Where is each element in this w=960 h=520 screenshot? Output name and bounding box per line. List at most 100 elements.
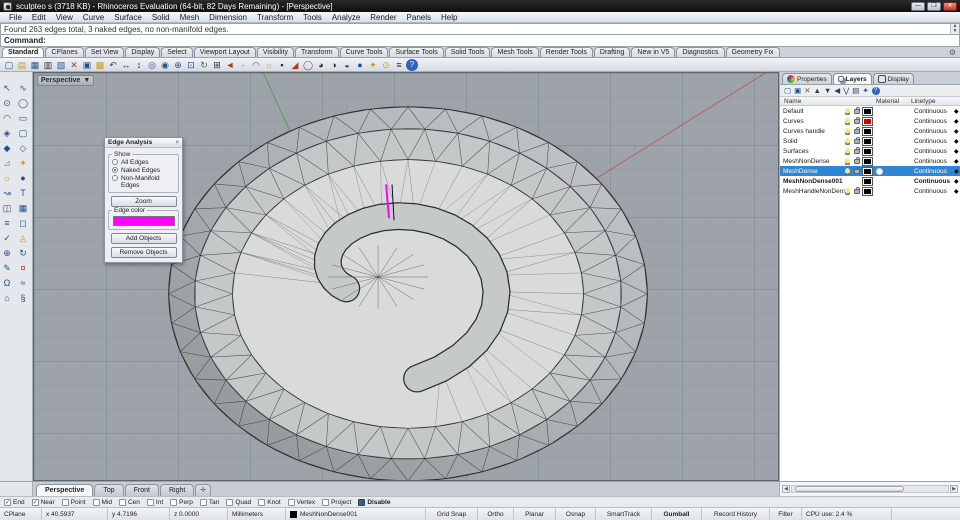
layer-row-meshnondense[interactable]: MeshNonDense Continuous ◆ [780, 156, 960, 166]
zoom-button[interactable]: Zoom [110, 196, 177, 207]
viewport-layout-icon[interactable] [211, 59, 223, 71]
menu-mesh[interactable]: Mesh [175, 13, 205, 22]
mesh-canvas[interactable] [34, 73, 778, 480]
circle-tool-icon[interactable] [16, 97, 30, 109]
non-manifold-radio-icon[interactable] [112, 175, 118, 181]
tab-curve-tools[interactable]: Curve Tools [339, 47, 389, 57]
layer-visible-icon[interactable] [845, 147, 850, 155]
layer-help-icon[interactable] [871, 86, 880, 95]
group-tool-icon[interactable] [0, 202, 14, 214]
layer-color-swatch[interactable] [862, 116, 873, 126]
scroll-right-icon[interactable]: ▶ [950, 485, 958, 493]
layer-row-surfaces[interactable]: Surfaces Continuous ◆ [780, 146, 960, 156]
layer-row-default[interactable]: Default Continuous ◆ [780, 106, 960, 116]
command-scrollbar[interactable]: ▲ ▼ [950, 24, 959, 34]
tab-display[interactable]: Display [872, 73, 914, 84]
curve-edit-icon[interactable] [0, 187, 14, 199]
array-tool-icon[interactable] [0, 217, 14, 229]
command-history[interactable]: Found 263 edges total, 3 naked edges, no… [0, 23, 960, 35]
zoom-selected-icon[interactable] [172, 59, 184, 71]
fillet-tool-icon[interactable] [16, 157, 30, 169]
osnap-end[interactable]: End [4, 498, 25, 506]
menu-transform[interactable]: Transform [252, 13, 298, 22]
layer-color-swatch[interactable] [862, 176, 873, 186]
viewport-tab-perspective[interactable]: Perspective [36, 484, 94, 496]
lock-icon[interactable] [276, 59, 288, 71]
osnap-near[interactable]: Near [31, 498, 55, 506]
lightbulb-icon[interactable] [263, 59, 275, 71]
layer-color-swatch[interactable] [862, 156, 873, 166]
layer-lock-icon[interactable] [854, 116, 860, 124]
collapse-layers-icon[interactable] [834, 85, 840, 96]
viewport-title-chip[interactable]: Perspective ▼ [37, 75, 95, 86]
pan-icon[interactable] [120, 59, 132, 71]
light-tool-icon[interactable] [0, 172, 14, 184]
physics-tool-icon[interactable] [0, 277, 14, 289]
plane-tool-icon[interactable] [16, 217, 30, 229]
select-tool-icon[interactable] [0, 82, 14, 94]
material-tool-icon[interactable] [16, 262, 30, 274]
layer-row-solid[interactable]: Solid Continuous ◆ [780, 136, 960, 146]
layer-color-swatch[interactable] [862, 136, 873, 146]
copy-layer-icon[interactable] [794, 85, 801, 96]
zoom-extents-icon[interactable] [185, 59, 197, 71]
scrollbar-thumb[interactable] [795, 486, 905, 492]
curve-tool-icon[interactable] [16, 82, 30, 94]
scroll-left-icon[interactable]: ◀ [782, 485, 790, 493]
osnap-disable[interactable]: Disable [358, 498, 390, 506]
current-layer-pane[interactable]: MeshNonDense001 [286, 508, 426, 520]
all-edges-radio-icon[interactable] [112, 159, 118, 165]
render-preview-2-icon[interactable] [328, 59, 340, 71]
naked-edges-radio-icon[interactable] [112, 167, 118, 173]
earth-render-icon[interactable] [354, 59, 366, 71]
menu-tools[interactable]: Tools [298, 13, 327, 22]
grid-snap-toggle[interactable]: Grid Snap [426, 508, 478, 520]
layer-visible-icon[interactable] [845, 117, 850, 125]
menu-panels[interactable]: Panels [402, 13, 436, 22]
osnap-tan[interactable]: Tan [199, 498, 219, 506]
tab-properties[interactable]: Properties [782, 73, 832, 84]
open-file-icon[interactable] [16, 59, 28, 71]
layer-row-curves[interactable]: Curves Continuous ◆ [780, 116, 960, 126]
dialog-close-icon[interactable]: × [175, 140, 179, 146]
layer-color-swatch[interactable] [862, 146, 873, 156]
menu-analyze[interactable]: Analyze [327, 13, 365, 22]
layer-visible-icon[interactable] [845, 127, 850, 135]
planar-toggle[interactable]: Planar [514, 508, 556, 520]
analyze-tool-icon[interactable] [16, 232, 30, 244]
layer-lock-icon[interactable] [854, 146, 860, 154]
remove-objects-button[interactable]: Remove Objects [110, 247, 177, 258]
perspective-viewport[interactable]: Perspective ▼ Edge Analysis × Show All Ed… [33, 72, 779, 481]
box-tool-icon[interactable] [0, 142, 14, 154]
osnap-toggle[interactable]: Osnap [556, 508, 596, 520]
smarttrack-toggle[interactable]: SmartTrack [596, 508, 652, 520]
filter-layers-icon[interactable] [843, 85, 849, 96]
properties-icon[interactable] [55, 59, 67, 71]
tab-render-tools[interactable]: Render Tools [539, 47, 593, 57]
tab-surface-tools[interactable]: Surface Tools [389, 47, 444, 57]
tab-set-view[interactable]: Set View [84, 47, 125, 57]
osnap-vertex[interactable]: Vertex [287, 498, 315, 506]
edge-color-swatch[interactable] [112, 216, 175, 226]
filter-pane[interactable]: Filter [770, 508, 802, 520]
layer-lock-icon[interactable] [854, 156, 860, 164]
shaded-view-icon[interactable] [289, 59, 301, 71]
tab-diagnostics[interactable]: Diagnostics [676, 47, 725, 57]
layer-color-swatch[interactable] [862, 186, 873, 196]
tab-select[interactable]: Select [161, 47, 193, 57]
arc-icon[interactable] [250, 59, 262, 71]
osnap-project[interactable]: Project [322, 498, 351, 506]
units-pane[interactable]: Millimeters [228, 508, 286, 520]
record-history-toggle[interactable]: Record History [702, 508, 770, 520]
notes-icon[interactable] [393, 59, 405, 71]
layer-color-swatch[interactable] [862, 106, 873, 116]
surface-tool-icon[interactable] [16, 127, 30, 139]
radio-naked-edges[interactable]: Naked Edges [112, 167, 175, 174]
osnap-knot[interactable]: Knot [258, 498, 281, 506]
osnap-cen[interactable]: Cen [118, 498, 140, 506]
menu-edit[interactable]: Edit [27, 13, 51, 22]
restore-button[interactable]: ❐ [927, 1, 941, 11]
sphere-tool-icon[interactable] [16, 142, 30, 154]
layer-tools-icon[interactable] [862, 85, 868, 96]
move-layer-down-icon[interactable] [824, 85, 831, 96]
